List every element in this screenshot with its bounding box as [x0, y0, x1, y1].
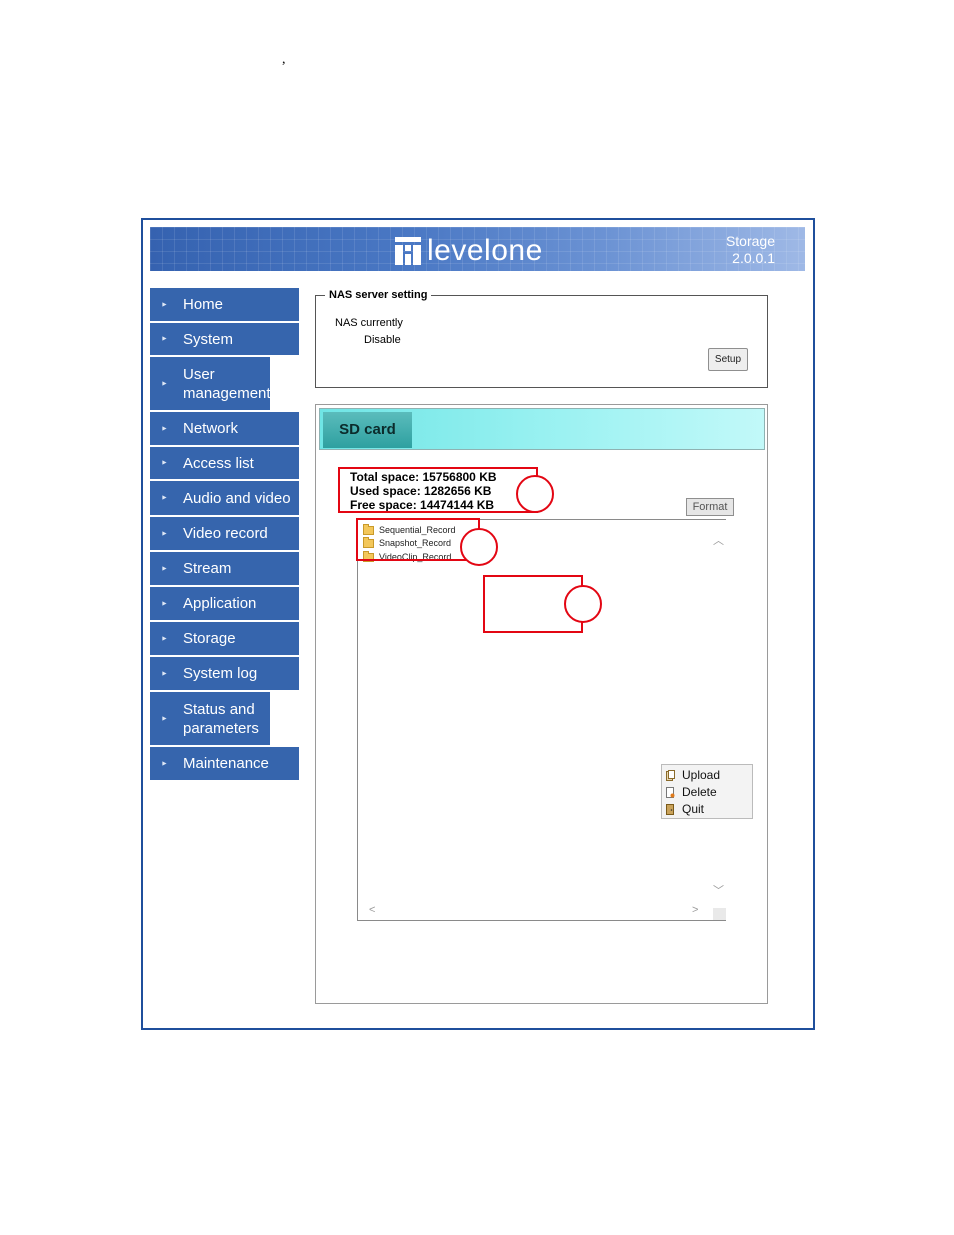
scroll-left-icon[interactable]: <	[369, 904, 375, 916]
menu-item-delete[interactable]: Delete	[666, 785, 717, 799]
sidebar-item-application[interactable]: ► Application	[150, 587, 299, 622]
arrow-right-icon: ►	[161, 565, 168, 572]
sidebar-item-system-log[interactable]: ► System log	[150, 657, 299, 692]
sidebar-item-label: System log	[183, 665, 258, 682]
sidebar-item-system[interactable]: ► System	[150, 323, 299, 357]
annotation-highlight-space-info	[338, 467, 538, 513]
arrow-right-icon: ►	[161, 600, 168, 607]
sidebar-item-label: Maintenance	[183, 755, 269, 772]
scrollbar-corner	[713, 908, 726, 920]
scroll-right-icon[interactable]: >	[692, 904, 698, 916]
header-banner: levelone Storage 2.0.0.1	[150, 227, 805, 271]
tab-sd-card[interactable]: SD card	[323, 412, 412, 448]
logo-text: levelone	[427, 234, 543, 267]
sd-card-panel: SD card Total space: 15756800 KB Used sp…	[315, 404, 768, 1004]
sidebar-item-label: Status and parameters	[183, 700, 259, 737]
upload-icon	[666, 769, 675, 781]
sidebar-item-label: Storage	[183, 630, 236, 647]
sidebar-nav: ► Home ► System ► User management ► Network …	[150, 288, 299, 782]
sidebar-item-stream[interactable]: ► Stream	[150, 552, 299, 587]
arrow-right-icon: ►	[161, 380, 168, 387]
sidebar-item-label: Home	[183, 296, 224, 313]
sidebar-item-label: Network	[183, 420, 239, 437]
version-label: 2.0.0.1	[732, 250, 775, 266]
sidebar-item-label: Stream	[183, 560, 232, 577]
nas-group-title: NAS server setting	[325, 289, 432, 301]
arrow-right-icon: ►	[161, 494, 168, 502]
sidebar-item-user-management[interactable]: ► User management	[150, 357, 271, 412]
arrow-right-icon: ►	[161, 335, 168, 343]
page-title-name: Storage	[725, 233, 775, 249]
format-button[interactable]: Format	[686, 498, 734, 516]
sidebar-item-label: User management	[183, 365, 271, 402]
stray-mark: ,	[282, 52, 286, 67]
annotation-marker-3	[564, 585, 602, 623]
nas-status-label: NAS currently	[335, 317, 403, 329]
brand-logo: levelone	[395, 236, 543, 266]
arrow-right-icon: ►	[161, 635, 168, 642]
menu-item-label: Delete	[682, 785, 717, 799]
sidebar-item-label: Audio and video	[183, 489, 291, 507]
menu-item-label: Quit	[682, 802, 705, 816]
levelone-logo-icon	[395, 237, 421, 265]
menu-item-label: Upload	[682, 768, 721, 782]
arrow-right-icon: ►	[161, 760, 168, 767]
sidebar-item-status-and-parameters[interactable]: ► Status and parameters	[150, 692, 270, 747]
arrow-right-icon: ►	[161, 715, 168, 722]
annotation-marker-2	[460, 528, 498, 566]
scroll-up-icon[interactable]: ︿	[713, 532, 724, 548]
sidebar-item-network[interactable]: ► Network	[150, 412, 299, 447]
setup-button[interactable]: Setup	[708, 348, 748, 371]
menu-item-quit[interactable]: Quit	[666, 802, 704, 816]
sidebar-item-label: System	[183, 330, 234, 348]
sidebar-item-storage[interactable]: ► Storage	[150, 622, 299, 657]
arrow-right-icon: ►	[161, 459, 168, 467]
menu-item-upload[interactable]: Upload	[666, 768, 720, 782]
sidebar-item-label: Video record	[183, 525, 268, 542]
arrow-right-icon: ►	[161, 301, 168, 308]
app-window: levelone Storage 2.0.0.1 ► Home ► System ►…	[141, 218, 815, 1030]
sidebar-item-label: Access list	[183, 454, 254, 472]
sidebar-item-maintenance[interactable]: ► Maintenance	[150, 747, 299, 782]
sidebar-item-video-record[interactable]: ► Video record	[150, 517, 299, 552]
scroll-down-icon[interactable]: ﹀	[713, 882, 724, 898]
sd-card-header: SD card	[319, 408, 765, 450]
delete-icon	[666, 786, 675, 798]
page-title: Storage 2.0.0.1	[726, 233, 775, 267]
arrow-right-icon: ►	[161, 425, 168, 432]
sidebar-item-audio-and-video[interactable]: ► Audio and video	[150, 481, 299, 517]
sidebar-item-label: Application	[183, 595, 257, 612]
sidebar-item-home[interactable]: ► Home	[150, 288, 299, 323]
arrow-right-icon: ►	[161, 670, 168, 677]
arrow-right-icon: ►	[161, 530, 168, 537]
context-menu: Upload Delete Quit	[661, 764, 753, 819]
exit-door-icon	[666, 803, 674, 815]
annotation-marker-1	[516, 475, 554, 513]
nas-settings-group: NAS server setting NAS currently Disable…	[315, 289, 768, 388]
sidebar-item-access-list[interactable]: ► Access list	[150, 447, 299, 481]
nas-status-value: Disable	[364, 334, 401, 346]
